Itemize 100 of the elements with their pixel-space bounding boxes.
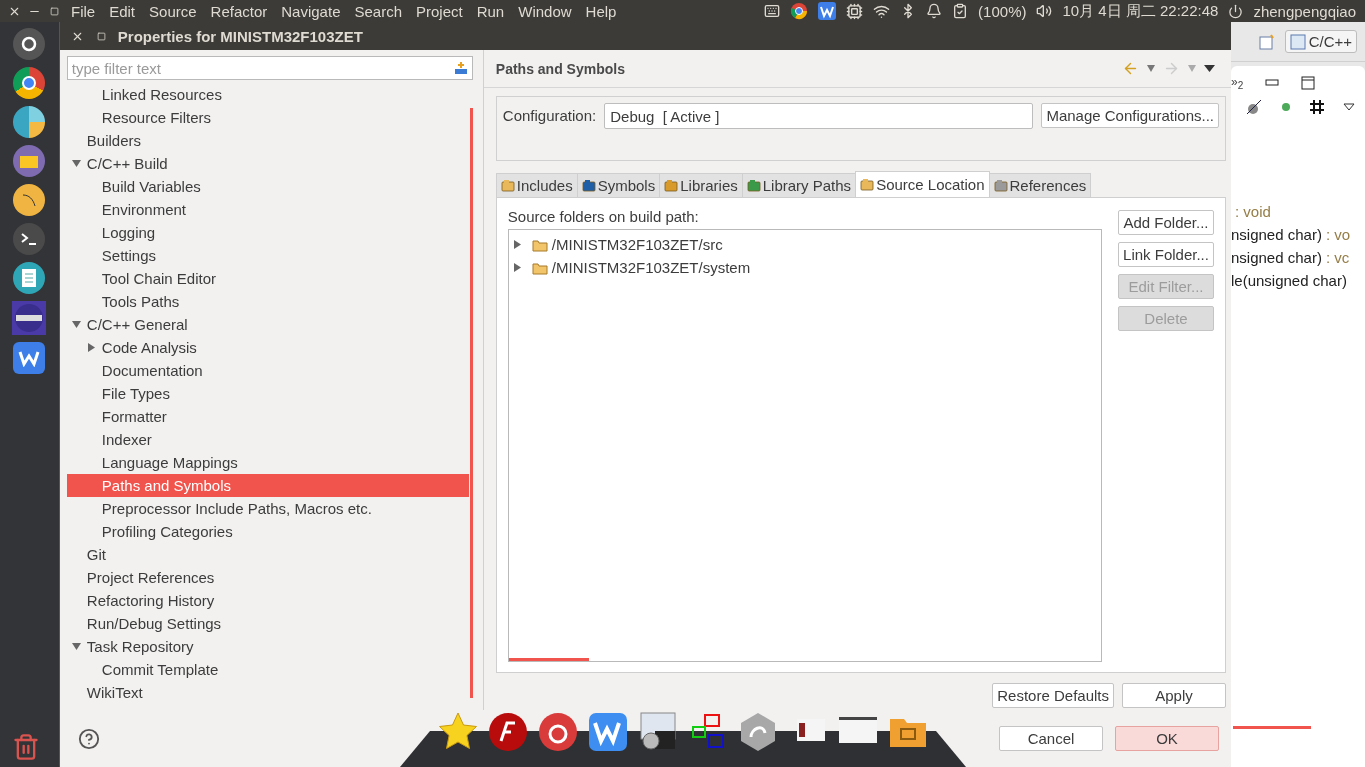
tree-item[interactable]: Language Mappings [66,451,469,474]
tree-item[interactable]: Preprocessor Include Paths, Macros etc. [66,497,469,520]
menu-item[interactable]: Navigate [276,2,346,20]
tree-item[interactable]: Tools Paths [66,290,469,313]
tree-item[interactable]: Task Repository [66,635,469,658]
menu-item[interactable]: Help [580,2,622,20]
tab[interactable]: Libraries [659,173,743,197]
menu-item[interactable]: Run [471,2,510,20]
tree-item[interactable]: C/C++ General [66,313,469,336]
tab[interactable]: Includes [495,173,578,197]
tree-item[interactable]: Indexer [66,428,469,451]
dropdown-icon[interactable] [1147,65,1155,72]
expander-icon[interactable] [71,642,81,651]
tree-item[interactable]: Refactoring History [66,589,469,612]
tree-item[interactable]: Settings [66,244,469,267]
tree-item[interactable]: Run/Debug Settings [66,612,469,635]
outline-item[interactable]: : void [1231,200,1355,223]
expander-icon[interactable] [512,263,522,272]
tree-item[interactable]: Logging [66,221,469,244]
dialog-button[interactable]: Cancel [999,726,1103,751]
menu-item[interactable]: Search [349,2,407,20]
tab-icon [860,177,875,192]
menu-item[interactable]: Edit [104,2,141,20]
text-editor-icon[interactable] [13,262,46,294]
dropdown-icon [1188,65,1196,72]
tab-icon [993,178,1008,193]
tree-item[interactable]: Formatter [66,405,469,428]
side-button[interactable]: Add Folder... [1118,210,1214,235]
dialog-title: Properties for MINISTM32F103ZET [117,27,363,45]
expander-icon[interactable] [512,240,522,249]
outline-item[interactable]: le(unsigned char) [1231,269,1355,292]
outline-item[interactable]: nsigned char) : vo [1231,223,1355,246]
minimize-icon[interactable] [1265,79,1280,87]
tree-item[interactable]: File Types [66,382,469,405]
logo-icon[interactable] [13,28,46,60]
tree-item[interactable]: Code Analysis [66,336,469,359]
hidden-views-label[interactable]: »$_{2}$ [1231,74,1244,92]
configuration-select[interactable]: Debug [ Active ] [604,103,1034,129]
browser-icon[interactable] [13,67,46,99]
forward-icon [1163,60,1180,77]
expander-icon[interactable] [71,320,81,329]
dot-icon[interactable] [1281,102,1291,112]
folder-item[interactable]: /MINISTM32F103ZET/system [512,256,1097,279]
tree-item[interactable]: Documentation [66,359,469,382]
menu-item[interactable]: Project [411,2,468,20]
tree-item[interactable]: WikiText [66,681,469,704]
perspective-icon [1289,33,1306,50]
app-icon[interactable] [13,342,46,374]
tab-icon [664,178,679,193]
dialog-button[interactable]: OK [1115,726,1219,751]
terminal-icon[interactable] [13,223,46,255]
menu-item[interactable]: Refactor [205,2,273,20]
maximize-icon[interactable] [1301,76,1316,90]
outline-item[interactable]: nsigned char) : vc [1231,246,1355,269]
folder-icon [531,237,548,252]
clock[interactable]: 10月 4日 周二 22:22:48 [1059,1,1222,21]
tab[interactable]: References [988,173,1092,197]
page-button[interactable]: Restore Defaults [992,683,1114,708]
tree-item[interactable]: Resource Filters [66,106,469,129]
side-button[interactable]: Link Folder... [1118,242,1214,267]
expander-icon[interactable] [71,159,81,168]
folder-icon[interactable] [13,145,46,177]
hash-icon[interactable] [1309,99,1325,115]
app-icon[interactable] [487,711,529,753]
tree-item[interactable]: Builders [66,129,469,152]
tree-item[interactable]: Git [66,543,469,566]
tree-item[interactable]: Environment [66,198,469,221]
user-name[interactable]: zhengpengqiao [1250,2,1359,20]
perspective-button[interactable]: C/C++ [1284,30,1357,53]
menu-icon[interactable] [1204,65,1215,72]
tree-item[interactable]: C/C++ Build [66,152,469,175]
tab[interactable]: Symbols [576,173,661,197]
app-icon[interactable] [587,711,629,753]
trash-icon[interactable] [12,733,40,761]
source-folders-label: Source folders on build path: [507,208,700,225]
battery-level: (100%) [977,2,1028,20]
menu-item[interactable]: Window [513,2,577,20]
tree-item[interactable]: Tool Chain Editor [66,267,469,290]
tree-item[interactable]: Profiling Categories [66,520,469,543]
manage-configurations-button[interactable]: Manage Configurations... [1041,103,1219,128]
tab[interactable]: Library Paths [741,173,857,197]
tab-icon [581,178,596,193]
tree-item[interactable]: Project References [66,566,469,589]
folder-item[interactable]: /MINISTM32F103ZET/src [512,233,1097,256]
page-title: Paths and Symbols [495,60,626,77]
view-menu-icon[interactable] [1343,103,1355,111]
menu-item[interactable]: File [66,2,101,20]
tree-item[interactable]: Commit Template [66,658,469,681]
app-icon[interactable] [537,711,579,753]
tree-item[interactable]: Linked Resources [66,83,469,106]
filter-field[interactable]: type filter text [66,56,473,80]
menu-item[interactable]: Source [144,2,202,20]
help-icon[interactable] [77,727,100,750]
configuration-label: Configuration: [502,106,597,126]
page-button[interactable]: Apply [1122,683,1226,708]
expander-icon[interactable] [86,343,96,352]
tab-icon [746,178,761,193]
tab[interactable]: Source Location [855,171,990,197]
sphere-icon[interactable] [12,301,47,335]
tree-item[interactable]: Build Variables [66,175,469,198]
